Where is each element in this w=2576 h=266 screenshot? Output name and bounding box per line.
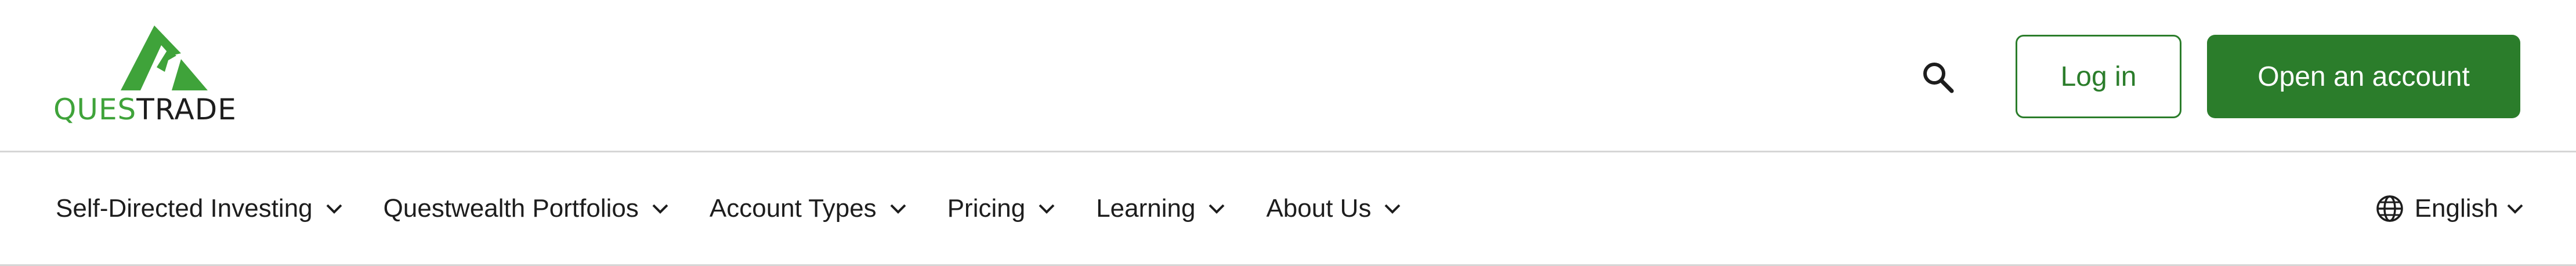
nav-item-about-us[interactable]: About Us xyxy=(1266,194,1401,223)
nav-item-self-directed-investing[interactable]: Self-Directed Investing xyxy=(56,194,343,223)
nav-item-questwealth-portfolios[interactable]: Questwealth Portfolios xyxy=(383,194,669,223)
nav-item-label: Questwealth Portfolios xyxy=(383,194,639,223)
chevron-down-icon xyxy=(1039,204,1055,214)
nav-item-pricing[interactable]: Pricing xyxy=(947,194,1056,223)
nav-item-account-types[interactable]: Account Types xyxy=(710,194,907,223)
main-nav: Self-Directed Investing Questwealth Port… xyxy=(0,152,2576,266)
nav-item-label: Account Types xyxy=(709,194,877,223)
search-icon xyxy=(1923,63,1954,93)
questrade-logo[interactable]: QUESTRADE xyxy=(53,25,268,125)
questrade-logo-mark xyxy=(121,25,208,90)
nav-list: Self-Directed Investing Questwealth Port… xyxy=(56,152,1442,264)
chevron-down-icon xyxy=(1385,204,1401,214)
nav-item-label: Learning xyxy=(1096,194,1196,223)
logo-word-ques: QUES xyxy=(53,93,137,126)
nav-item-learning[interactable]: Learning xyxy=(1096,194,1225,223)
globe-icon xyxy=(2376,195,2403,222)
top-header: QUESTRADE Log in Open an account xyxy=(0,0,2576,152)
language-label: English xyxy=(2414,194,2498,223)
nav-item-label: About Us xyxy=(1266,194,1372,223)
chevron-down-icon xyxy=(326,204,342,214)
login-button[interactable]: Log in xyxy=(2016,35,2181,118)
nav-item-label: Self-Directed Investing xyxy=(56,194,313,223)
chevron-down-icon xyxy=(890,204,906,214)
logo-word-trade: TRADE xyxy=(136,93,237,126)
search-button[interactable] xyxy=(1915,56,1961,99)
language-selector[interactable]: English xyxy=(2375,152,2524,264)
nav-item-label: Pricing xyxy=(947,194,1026,223)
logo-wordmark: QUESTRADE xyxy=(53,94,268,125)
chevron-down-icon xyxy=(1209,204,1225,214)
chevron-down-icon xyxy=(652,204,668,214)
chevron-down-icon xyxy=(2507,204,2523,214)
open-account-button[interactable]: Open an account xyxy=(2207,35,2520,118)
